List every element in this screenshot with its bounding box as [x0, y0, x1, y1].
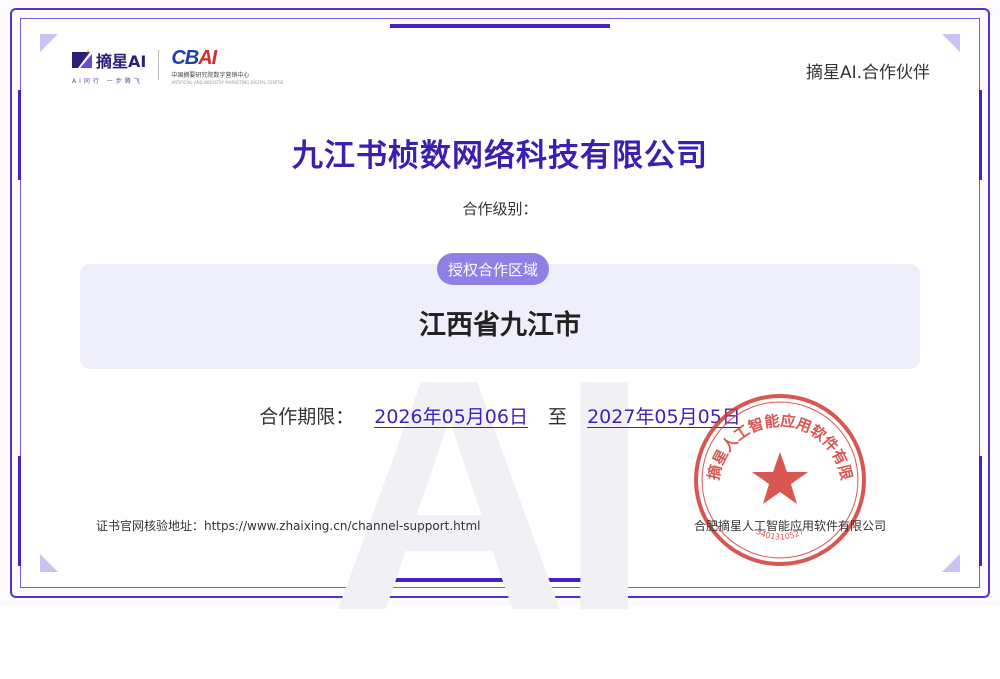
zhaixing-logo: 摘星AI AI同行 一步腾飞 [72, 48, 146, 85]
authorized-area-badge: 授权合作区域 [437, 253, 549, 285]
cooperation-level-label: 合作级别： [462, 200, 538, 218]
certificate: AI 摘星AI AI同行 一步腾飞 CBAI 中国摘要研究院数字营销中心 ART… [0, 0, 1000, 660]
company-name: 九江书桢数网络科技有限公司 [292, 138, 708, 174]
corner-decoration [40, 554, 58, 572]
corner-decoration [942, 34, 960, 52]
cbai-logo-mark: CBAI [171, 48, 283, 68]
corner-decoration [942, 554, 960, 572]
company-seal-stamp: 合肥摘星人工智能应用软件有限公司 3401310527 [690, 390, 866, 566]
partner-tag: 摘星AI.合作伙伴 [805, 63, 930, 83]
zhaixing-mark-icon [72, 50, 92, 68]
cbai-logo: CBAI 中国摘要研究院数字营销中心 ARTIFICIAL AND INDUST… [171, 48, 283, 85]
left-accent-bar-bottom [18, 456, 21, 566]
top-accent-bar [390, 24, 610, 28]
period-start-date: 2026年05月06日 [374, 406, 528, 428]
seal-star-icon [752, 452, 808, 504]
verification-url: 证书官网核验地址：https://www.zhaixing.cn/channel… [96, 519, 481, 533]
zhaixing-logo-name: 摘星AI [96, 52, 147, 71]
cbai-logo-cb: CB [171, 47, 199, 69]
authorized-area-value: 江西省九江市 [419, 310, 581, 341]
ai-watermark: AI [330, 310, 650, 679]
logo-divider [158, 50, 160, 80]
period-to: 至 [548, 406, 568, 428]
cbai-logo-subtitle-en: ARTIFICIAL AND INDUSTRY MARKETING DIGITA… [171, 80, 284, 85]
zhaixing-logo-tagline: AI同行 一步腾飞 [72, 78, 143, 85]
seal-arc-text: 合肥摘星人工智能应用软件有限公司 [690, 390, 856, 482]
issuer-name: 合肥摘星人工智能应用软件有限公司 [693, 519, 886, 533]
header-logos: 摘星AI AI同行 一步腾飞 CBAI 中国摘要研究院数字营销中心 ARTIFI… [72, 48, 283, 85]
cbai-logo-subtitle: 中国摘要研究院数字营销中心 [171, 72, 250, 79]
right-accent-bar-bottom [979, 456, 982, 566]
corner-decoration [40, 34, 58, 52]
period-label: 合作期限： [259, 406, 355, 428]
cbai-logo-ai: AI [198, 47, 217, 69]
